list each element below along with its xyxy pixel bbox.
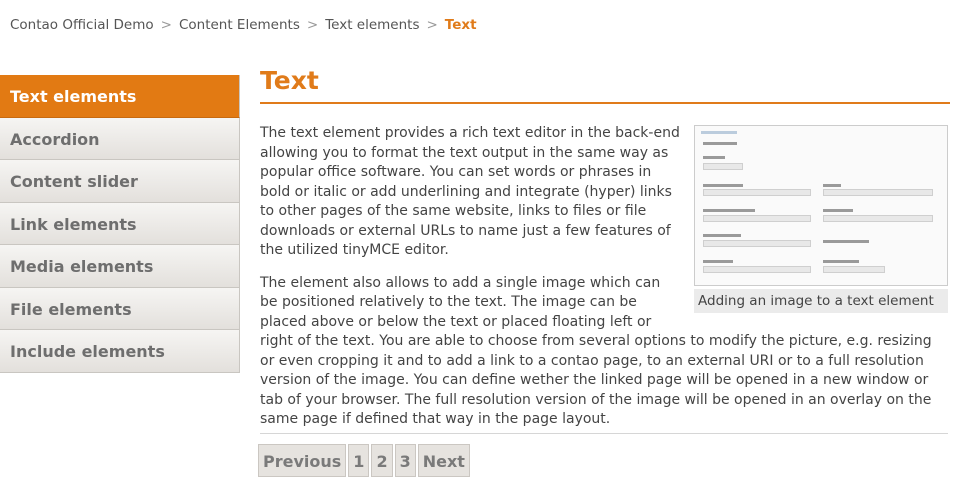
pagination-next-button[interactable]: Next — [417, 444, 470, 477]
breadcrumb-link-text-elements[interactable]: Text elements — [325, 17, 419, 33]
title-divider — [260, 102, 950, 104]
pagination-page-2[interactable]: 2 — [371, 444, 393, 477]
sidebar-item-link-elements[interactable]: Link elements — [0, 202, 240, 245]
sidebar-item-text-elements[interactable]: Text elements — [0, 75, 240, 118]
sidebar-item-media-elements[interactable]: Media elements — [0, 245, 240, 288]
sidebar-item-include-elements[interactable]: Include elements — [0, 330, 240, 373]
sidebar-nav: Text elements Accordion Content slider L… — [0, 75, 240, 373]
sidebar-item-content-slider[interactable]: Content slider — [0, 160, 240, 203]
pagination-previous-button[interactable]: Previous — [258, 444, 347, 477]
article-content: Adding an image to a text element The te… — [260, 124, 950, 443]
breadcrumb-link-content-elements[interactable]: Content Elements — [179, 17, 300, 33]
breadcrumb-separator: > — [306, 17, 319, 33]
sidebar-item-accordion[interactable]: Accordion — [0, 117, 240, 160]
content-divider — [260, 433, 948, 434]
pagination-page-1[interactable]: 1 — [348, 444, 370, 477]
breadcrumb-link-home[interactable]: Contao Official Demo — [10, 17, 154, 33]
breadcrumb-current: Text — [444, 17, 477, 33]
breadcrumb: Contao Official Demo > Content Elements > Te… — [10, 17, 477, 33]
pagination: Previous 1 2 3 Next — [258, 444, 470, 477]
breadcrumb-separator: > — [426, 17, 438, 33]
article-figure: Adding an image to a text element — [694, 125, 950, 313]
page-title: Text — [260, 66, 319, 95]
sidebar-item-file-elements[interactable]: File elements — [0, 287, 240, 330]
breadcrumb-separator: > — [160, 17, 172, 33]
figure-caption: Adding an image to a text element — [694, 289, 948, 313]
settings-screenshot-image[interactable] — [694, 125, 948, 286]
pagination-page-3[interactable]: 3 — [394, 444, 416, 477]
